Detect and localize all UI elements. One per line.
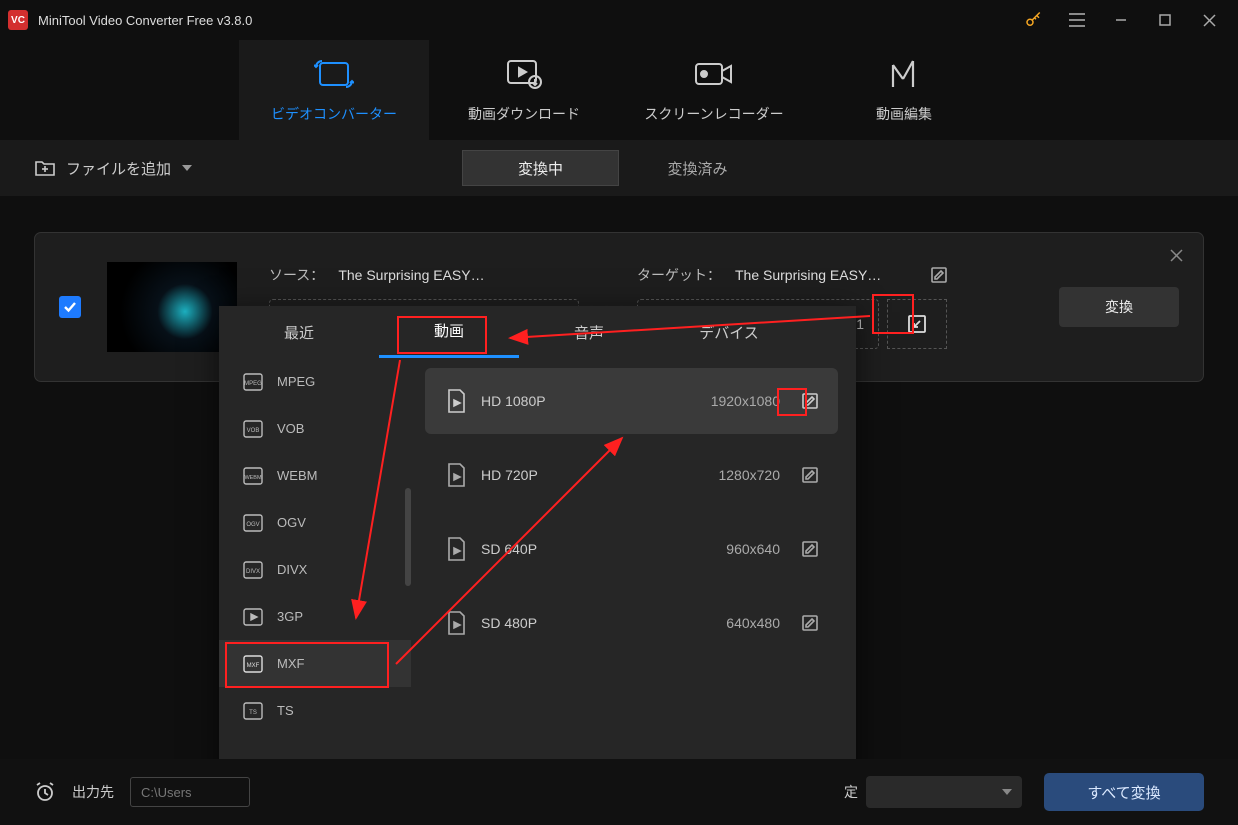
app-logo: VC [8,10,28,30]
popup-tab-recent[interactable]: 最近 [219,306,379,358]
preset-icon [445,462,467,488]
key-icon[interactable] [1012,5,1054,35]
format-item-ogv[interactable]: OGV OGV [219,499,411,546]
nav-video-edit[interactable]: 動画編集 [809,40,999,140]
subtab-done[interactable]: 変換済み [619,150,776,186]
popup-tab-video[interactable]: 動画 [379,306,519,358]
preset-icon [445,536,467,562]
format-icon: VOB [243,420,263,438]
svg-text:VOB: VOB [247,428,260,434]
svg-text:DIVX: DIVX [246,569,260,575]
target-name: The Surprising EASY… [735,267,881,283]
svg-text:MPEG: MPEG [244,381,262,387]
download-icon [504,56,544,92]
popup-tab-audio[interactable]: 音声 [519,306,659,358]
schedule-dropdown[interactable] [866,776,1022,808]
format-icon: DIVX [243,561,263,579]
nav-label: 動画ダウンロード [468,104,580,124]
scrollbar-thumb[interactable] [405,488,411,586]
edit-icon[interactable] [802,541,818,557]
convert-all-button[interactable]: すべて変換 [1044,773,1204,811]
nav-screen-recorder[interactable]: スクリーンレコーダー [619,40,809,140]
format-item-mxf[interactable]: MXF MXF [219,640,411,687]
preset-icon [445,610,467,636]
titlebar: VC MiniTool Video Converter Free v3.8.0 [0,0,1238,40]
popup-tab-device[interactable]: デバイス [659,306,799,358]
app-title: MiniTool Video Converter Free v3.8.0 [38,13,1012,28]
edit-icon[interactable] [802,615,818,631]
subheader: ファイルを追加 変換中 変換済み [0,140,1238,196]
convert-button[interactable]: 変換 [1059,287,1179,327]
schedule-label: 定 [844,782,858,802]
source-label: ソース： [269,265,324,285]
nav-download[interactable]: 動画ダウンロード [429,40,619,140]
preset-sd640[interactable]: SD 640P 960x640 [425,516,838,582]
edit-icon[interactable] [802,393,818,409]
preset-hd720[interactable]: HD 720P 1280x720 [425,442,838,508]
preset-list: HD 1080P 1920x1080 HD 720P 1280x720 SD 6… [411,358,856,748]
file-checkbox[interactable] [59,296,81,318]
format-icon: OGV [243,514,263,532]
popup-tabs: 最近 動画 音声 デバイス [219,306,856,358]
alarm-icon[interactable] [34,781,56,803]
nav-video-converter[interactable]: ビデオコンバーター [239,40,429,140]
format-icon: MPEG [243,373,263,391]
converter-icon [314,56,354,92]
add-file-label: ファイルを追加 [66,158,171,179]
output-label: 出力先 [72,782,114,802]
edit-icon[interactable] [931,267,947,283]
file-thumbnail [107,262,237,352]
target-format-picker[interactable] [887,299,947,349]
format-icon: MXF [243,655,263,673]
format-icon [243,608,263,626]
edit-icon[interactable] [802,467,818,483]
nav-label: スクリーンレコーダー [644,104,783,124]
format-list[interactable]: MPEG MPEG VOB VOB WEBM WEBM OGV OGV DIVX… [219,358,411,748]
bottom-bar: 出力先 C:\Users 定 すべて変換 [0,759,1238,825]
format-item-mpeg[interactable]: MPEG MPEG [219,358,411,405]
recorder-icon [693,56,735,92]
nav-label: ビデオコンバーター [271,104,397,124]
svg-text:MXF: MXF [247,663,260,669]
format-item-3gp[interactable]: 3GP [219,593,411,640]
format-icon: TS [243,702,263,720]
chevron-down-icon [181,164,193,172]
add-file-button[interactable]: ファイルを追加 [34,158,193,179]
close-icon[interactable] [1170,249,1183,262]
maximize-button[interactable] [1144,5,1186,35]
close-button[interactable] [1188,5,1230,35]
preset-sd480[interactable]: SD 480P 640x480 [425,590,838,656]
svg-text:WEBM: WEBM [244,475,262,481]
preset-icon [445,388,467,414]
format-item-vob[interactable]: VOB VOB [219,405,411,452]
menu-icon[interactable] [1056,5,1098,35]
svg-text:OGV: OGV [246,522,259,528]
top-nav: ビデオコンバーター 動画ダウンロード スクリーンレコーダー 動画編集 [0,40,1238,140]
format-icon: WEBM [243,467,263,485]
folder-plus-icon [34,159,56,177]
svg-text:TS: TS [249,710,257,716]
format-item-divx[interactable]: DIVX DIVX [219,546,411,593]
target-label: ターゲット： [637,265,721,285]
minimize-button[interactable] [1100,5,1142,35]
output-path[interactable]: C:\Users [130,777,250,807]
source-name: The Surprising EASY… [338,267,484,283]
subtab-converting[interactable]: 変換中 [462,150,619,186]
preset-hd1080[interactable]: HD 1080P 1920x1080 [425,368,838,434]
nav-label: 動画編集 [876,104,932,124]
edit-icon [887,56,921,92]
format-item-ts[interactable]: TS TS [219,687,411,734]
format-popup: 最近 動画 音声 デバイス MPEG MPEG VOB VOB WEBM WEB… [219,306,856,804]
format-item-webm[interactable]: WEBM WEBM [219,452,411,499]
chevron-down-icon [1002,789,1012,796]
